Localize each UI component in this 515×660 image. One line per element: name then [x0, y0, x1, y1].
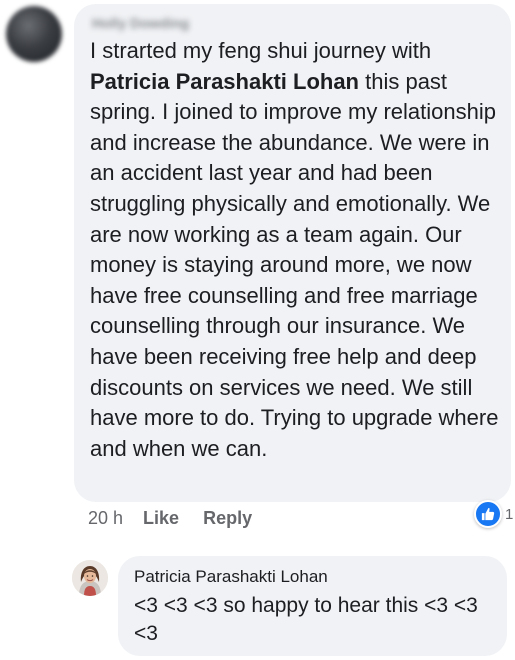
commenter-avatar[interactable]: [6, 6, 62, 62]
reply-bubble: Patricia Parashakti Lohan <3 <3 <3 so ha…: [118, 556, 507, 656]
reply-avatar[interactable]: [72, 560, 108, 596]
comment-text-before: I strarted my feng shui journey with: [90, 38, 432, 63]
comment-timestamp[interactable]: 20 h: [88, 508, 123, 529]
mention-link[interactable]: Patricia Parashakti Lohan: [90, 69, 359, 94]
reply-text: <3 <3 <3 so happy to hear this <3 <3 <3: [134, 594, 478, 645]
comment-text: I strarted my feng shui journey with Pat…: [90, 36, 499, 464]
comment-actions: 20 h Like Reply: [88, 508, 276, 529]
comment-author-name[interactable]: Holly Dowding: [92, 12, 499, 34]
reply-button[interactable]: Reply: [203, 508, 252, 529]
comment-text-after: this past spring. I joined to improve my…: [90, 68, 499, 461]
reaction-count: 1: [505, 505, 514, 523]
thumbs-up-icon: [474, 500, 502, 528]
like-button[interactable]: Like: [143, 508, 179, 529]
comment-bubble: Holly Dowding I strarted my feng shui jo…: [74, 4, 511, 502]
reaction-summary[interactable]: 1: [474, 500, 513, 528]
reply-author-name[interactable]: Patricia Parashakti Lohan: [134, 566, 493, 588]
